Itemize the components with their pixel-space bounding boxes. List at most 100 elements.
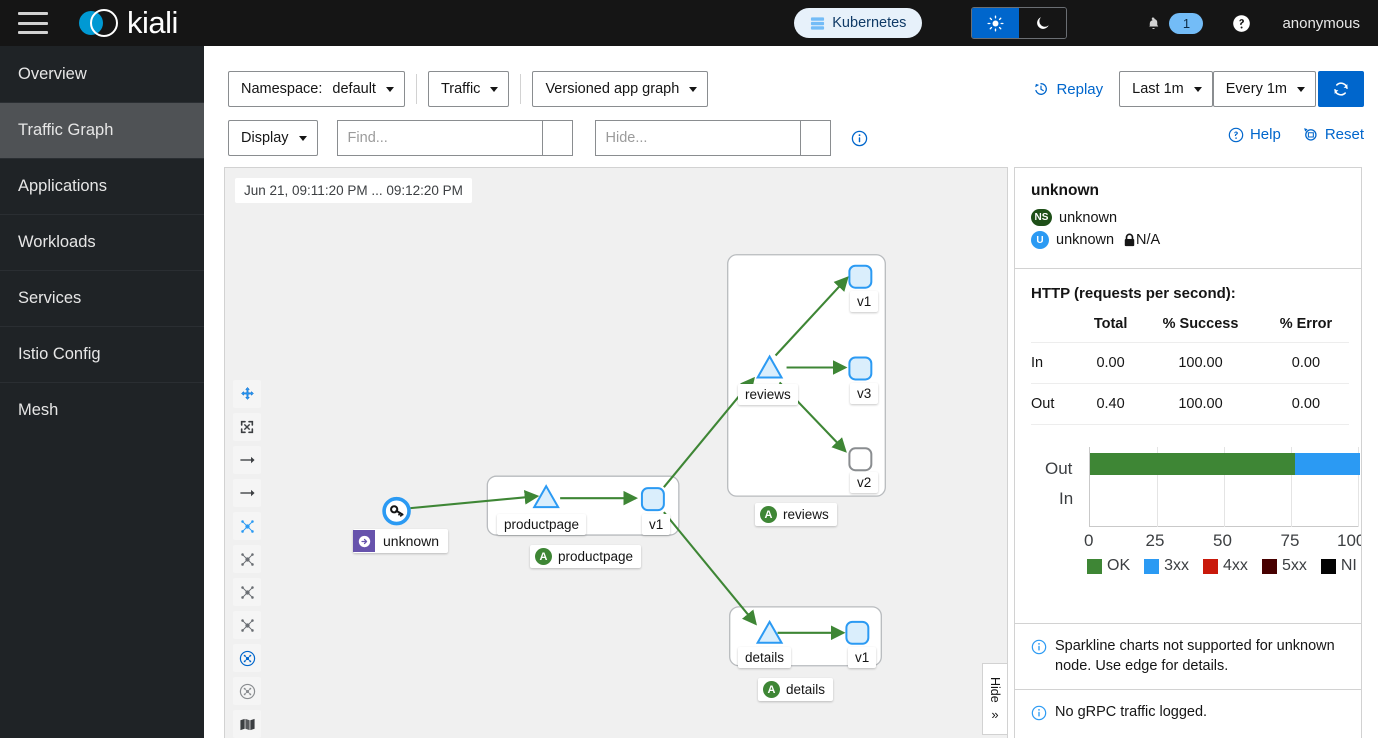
sidebar-item-mesh[interactable]: Mesh [0, 382, 204, 438]
sparkline-note-text: Sparkline charts not supported for unkno… [1055, 638, 1335, 674]
theme-toggle[interactable] [971, 7, 1068, 39]
grpc-note-text: No gRPC traffic logged. [1055, 704, 1208, 721]
hamburger-icon[interactable] [18, 12, 48, 34]
group-badge-productpage[interactable]: A productpage [530, 545, 642, 568]
traffic-distribution-chart: Out In 0 25 50 75 100 OK 3xx 4xx 5xx NI [1031, 439, 1361, 579]
display-label: Display [241, 130, 289, 146]
sidebar-item-workloads[interactable]: Workloads [0, 214, 204, 270]
notifications-button[interactable]: 1 [1146, 12, 1204, 34]
cell-out-success: 100.00 [1138, 383, 1263, 425]
row-label-out: Out [1031, 383, 1083, 425]
http-metrics-title: HTTP (requests per second): [1031, 285, 1236, 302]
chart-xtick: 100 [1337, 531, 1361, 550]
info-circle-icon [851, 130, 867, 146]
sidebar-item-label: Traffic Graph [18, 121, 114, 139]
col-header-success: % Success [1162, 316, 1239, 332]
graph-toolbar-secondary: Display [228, 120, 868, 156]
panel-namespace-value: unknown [1059, 209, 1118, 226]
node-label-unknown[interactable]: unknown [353, 529, 449, 553]
traffic-selector[interactable]: Traffic [427, 71, 510, 107]
panel-app-row: U unknown N/A [1031, 231, 1345, 249]
traffic-graph-canvas[interactable]: Jun 21, 09:11:20 PM ... 09:12:20 PM unkn… [224, 167, 1008, 738]
hide-input[interactable] [594, 120, 800, 156]
sidebar-item-istio-config[interactable]: Istio Config [0, 326, 204, 382]
refresh-button[interactable] [1318, 71, 1364, 107]
node-productpage-v1[interactable] [640, 487, 665, 512]
chart-bar-out [1090, 453, 1360, 475]
row-label-in: In [1031, 342, 1083, 384]
group-badge-label: details [786, 682, 826, 697]
kiali-logo-icon [79, 3, 119, 43]
help-link[interactable]: Help [1228, 126, 1281, 143]
cluster-selector[interactable]: Kubernetes [794, 8, 923, 38]
node-label-productpage-v1[interactable]: v1 [642, 514, 671, 535]
graph-edges-and-nodes [382, 254, 886, 667]
col-header-error: % Error [1279, 316, 1333, 332]
group-badge-details[interactable]: A details [758, 678, 834, 701]
cell-out-error: 0.00 [1262, 383, 1349, 425]
theme-dark-button[interactable] [1019, 8, 1067, 38]
legend-swatch [1261, 558, 1277, 574]
node-reviews-v2[interactable] [848, 447, 873, 472]
masthead-actions: Kubernetes 1 anonymous [794, 7, 1378, 39]
app-badge-icon: A [535, 548, 552, 565]
brand-logo-wrapper[interactable]: kiali [79, 3, 178, 43]
node-reviews-v1[interactable] [848, 264, 873, 289]
traffic-label: Traffic [440, 81, 481, 97]
sidebar-item-label: Mesh [18, 401, 59, 419]
node-label-details-service[interactable]: details [738, 647, 792, 668]
graph-type-selector[interactable]: Versioned app graph [532, 71, 709, 107]
find-combo [336, 120, 573, 156]
namespace-selector[interactable]: Namespace: default [228, 71, 405, 107]
unknown-node-label-text: unknown [383, 533, 440, 549]
chevron-down-icon [1193, 86, 1202, 92]
legend-label: OK [1107, 557, 1131, 574]
reset-icon [1303, 128, 1317, 141]
panel-app-value: unknown [1056, 232, 1115, 248]
sidebar-item-traffic-graph[interactable]: Traffic Graph [0, 102, 204, 158]
theme-light-button[interactable] [972, 8, 1020, 38]
duration-selector[interactable]: Last 1m [1119, 71, 1213, 107]
legend-item: 4xx [1203, 557, 1248, 575]
sidebar-item-label: Workloads [18, 233, 96, 251]
hide-dropdown-toggle[interactable] [799, 120, 831, 156]
bell-icon [1149, 16, 1159, 29]
refresh-interval-label: Every 1m [1225, 81, 1287, 97]
graph-help-links: Help Reset [1228, 126, 1364, 143]
group-badge-label: productpage [558, 549, 634, 564]
group-badge-reviews[interactable]: A reviews [755, 503, 837, 526]
find-input[interactable] [336, 120, 542, 156]
replay-button[interactable]: Replay [1033, 81, 1103, 98]
find-hide-info-button[interactable] [851, 130, 868, 147]
sidebar-item-overview[interactable]: Overview [0, 46, 204, 102]
node-label-details-v1[interactable]: v1 [848, 647, 877, 668]
chart-ylabel-in: In [1059, 489, 1074, 508]
cell-out-total: 0.40 [1083, 383, 1139, 425]
sidebar-item-label: Istio Config [18, 345, 101, 363]
node-label-reviews-v1[interactable]: v1 [850, 291, 879, 312]
side-panel-hide-tab[interactable]: Hide » [982, 663, 1008, 735]
node-reviews-v3[interactable] [848, 356, 873, 381]
node-detail-panel: unknown NS unknown U unknown N/A HTTP (r… [1014, 167, 1362, 738]
grpc-note: No gRPC traffic logged. [1015, 690, 1361, 736]
cell-in-error: 0.00 [1262, 342, 1349, 384]
node-label-reviews-v2[interactable]: v2 [850, 472, 879, 493]
hide-combo [594, 120, 831, 156]
user-menu[interactable]: anonymous [1282, 15, 1360, 32]
reset-link[interactable]: Reset [1302, 126, 1364, 143]
sidebar-item-applications[interactable]: Applications [0, 158, 204, 214]
moon-icon [1037, 17, 1049, 29]
replay-label: Replay [1056, 80, 1104, 98]
sidebar-nav: Overview Traffic Graph Applications Work… [0, 46, 204, 738]
app-badge-icon: A [760, 506, 777, 523]
node-label-productpage-service[interactable]: productpage [497, 514, 587, 535]
help-button[interactable] [1232, 14, 1251, 33]
display-menu-button[interactable]: Display [228, 120, 318, 156]
node-label-reviews-v3[interactable]: v3 [850, 383, 879, 404]
find-dropdown-toggle[interactable] [541, 120, 573, 156]
sidebar-item-services[interactable]: Services [0, 270, 204, 326]
node-label-reviews-service[interactable]: reviews [738, 384, 798, 405]
node-details-v1[interactable] [845, 620, 870, 645]
refresh-interval-selector[interactable]: Every 1m [1212, 71, 1316, 107]
namespace-label: Namespace: [241, 81, 323, 97]
